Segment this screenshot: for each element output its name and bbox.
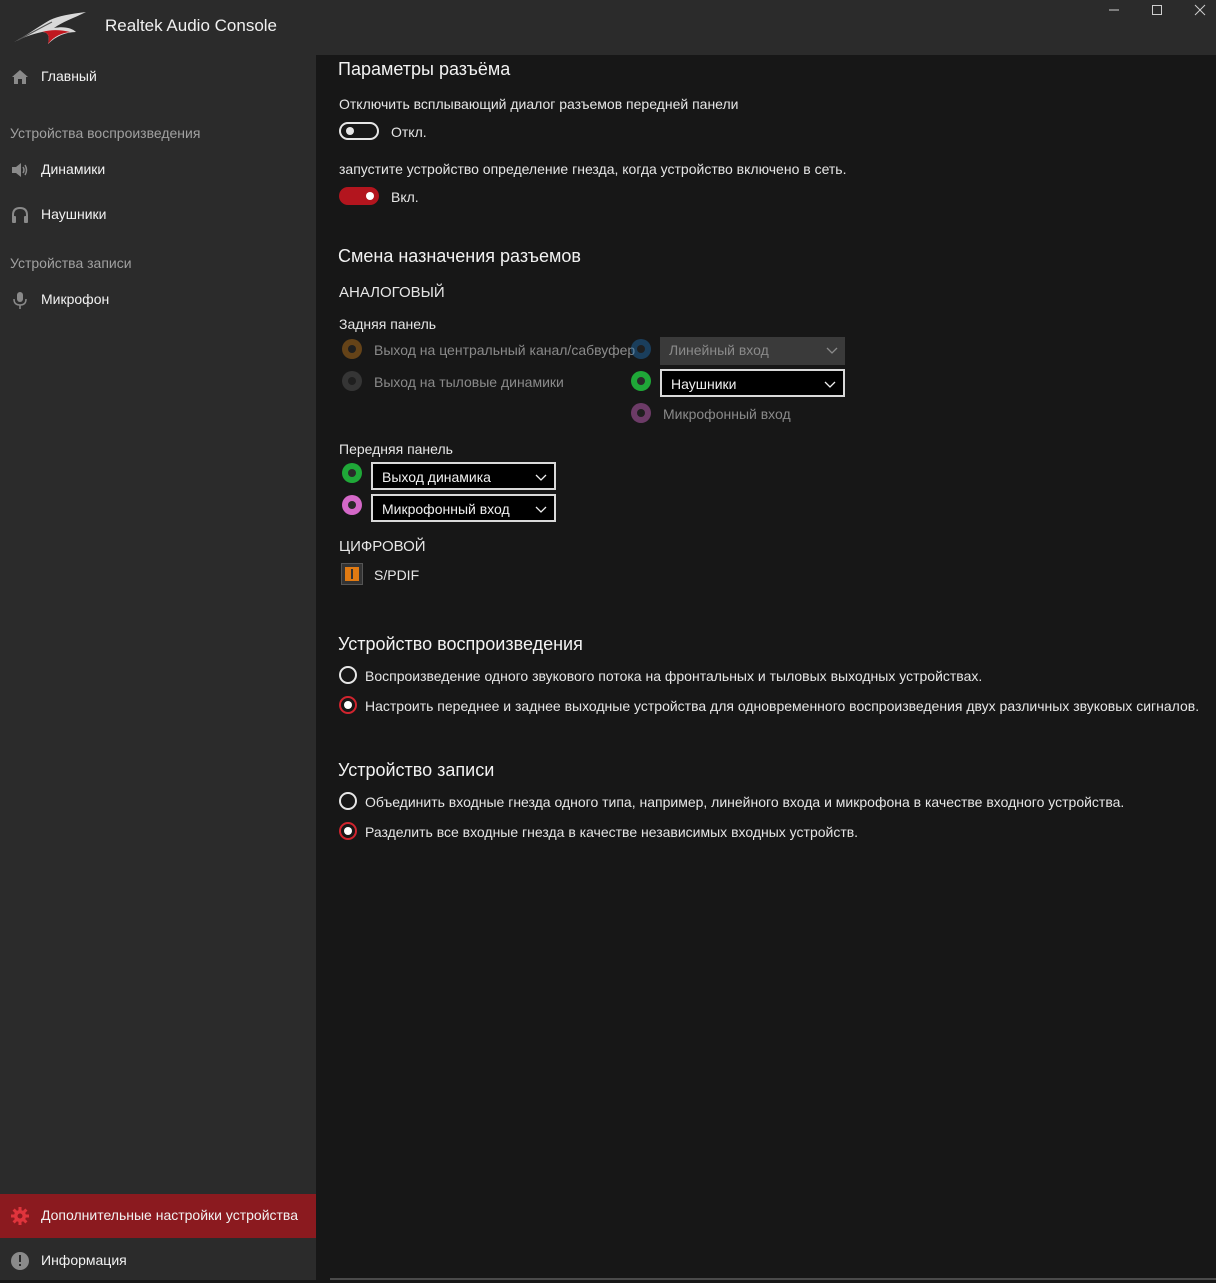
app-title: Realtek Audio Console <box>105 16 278 35</box>
black-jack-icon <box>342 371 362 391</box>
sidebar-item-label: Динамики <box>41 161 106 177</box>
pink-jack-icon <box>631 403 651 423</box>
sidebar-item-home[interactable]: Главный <box>0 55 316 99</box>
minimize-icon <box>1109 9 1119 11</box>
front-speaker-out-dropdown[interactable]: Выход динамика <box>371 462 556 490</box>
pink-jack-icon <box>342 495 362 515</box>
front-panel-popup-label: Отключить всплывающий диалог разъемов пе… <box>339 96 739 112</box>
spdif-icon <box>341 563 363 585</box>
maximize-button[interactable] <box>1135 0 1179 24</box>
speaker-icon <box>12 163 28 177</box>
recording-option-combine-radio[interactable] <box>339 792 357 810</box>
front-panel-popup-toggle[interactable] <box>339 122 379 140</box>
spdif-label: S/PDIF <box>374 567 420 583</box>
chevron-down-icon <box>824 381 836 388</box>
jack-detection-toggle[interactable] <box>339 187 379 205</box>
gear-icon <box>11 1207 29 1225</box>
playback-option-single-stream-radio[interactable] <box>339 666 357 684</box>
recording-option-combine-label: Объединить входные гнезда одного типа, н… <box>365 794 1125 810</box>
recording-option-separate-label: Разделить все входные гнезда в качестве … <box>365 824 859 840</box>
chevron-down-icon <box>826 347 838 354</box>
playback-option-single-stream-label: Воспроизведение одного звукового потока … <box>365 668 983 684</box>
info-icon <box>11 1252 29 1270</box>
microphone-icon <box>13 292 27 309</box>
sidebar-item-advanced-settings[interactable]: Дополнительные настройки устройства <box>0 1194 316 1238</box>
playback-device-title: Устройство воспроизведения <box>338 634 583 654</box>
jack-detection-state: Вкл. <box>391 189 419 205</box>
sidebar-item-label: Дополнительные настройки устройства <box>41 1207 298 1223</box>
rear-line-in-dropdown[interactable]: Линейный вход <box>660 337 845 365</box>
rear-mic-in-label: Микрофонный вход <box>663 406 791 422</box>
recording-device-title: Устройство записи <box>338 760 495 780</box>
home-icon <box>12 70 28 84</box>
connector-settings-title: Параметры разъёма <box>338 59 511 79</box>
sidebar-item-speakers[interactable]: Динамики <box>0 148 316 192</box>
sidebar-item-headphones[interactable]: Наушники <box>0 193 316 237</box>
sidebar-item-label: Микрофон <box>41 291 110 307</box>
playback-devices-section: Устройства воспроизведения <box>10 125 201 141</box>
jack-retasking-title: Смена назначения разъемов <box>338 246 581 266</box>
rear-headphones-dropdown[interactable]: Наушники <box>660 369 845 397</box>
minimize-button[interactable] <box>1092 0 1136 24</box>
jack-detection-label: запустите устройство определение гнезда,… <box>339 161 847 177</box>
orange-jack-icon <box>342 339 362 359</box>
sidebar-item-info[interactable]: Информация <box>0 1239 316 1283</box>
title-bar: Realtek Audio Console <box>0 0 1216 55</box>
sidebar-item-label: Информация <box>41 1252 127 1268</box>
rog-logo-icon <box>14 12 86 44</box>
chevron-down-icon <box>535 506 547 513</box>
playback-option-multi-stream-label: Настроить переднее и заднее выходные уст… <box>365 698 1200 714</box>
sidebar: Главный Устройства воспроизведения Динам… <box>0 55 316 1280</box>
rear-surround-label: Выход на тыловые динамики <box>374 374 564 390</box>
front-panel-label: Передняя панель <box>339 441 453 457</box>
front-panel-popup-state: Откл. <box>391 124 427 140</box>
digital-heading: ЦИФРОВОЙ <box>339 538 426 555</box>
rear-panel-label: Задняя панель <box>339 316 437 332</box>
rear-center-sub-label: Выход на центральный канал/сабвуфер <box>374 342 636 358</box>
maximize-icon <box>1152 5 1162 15</box>
front-mic-in-dropdown[interactable]: Микрофонный вход <box>371 494 556 522</box>
sidebar-item-label: Главный <box>41 68 97 84</box>
recording-option-separate-radio[interactable] <box>339 822 357 840</box>
sidebar-item-label: Наушники <box>41 206 107 222</box>
green-jack-icon <box>631 371 651 391</box>
sidebar-item-microphone[interactable]: Микрофон <box>0 278 316 322</box>
playback-option-multi-stream-radio[interactable] <box>339 696 357 714</box>
analog-heading: АНАЛОГОВЫЙ <box>339 284 445 301</box>
chevron-down-icon <box>535 474 547 481</box>
green-jack-icon <box>342 463 362 483</box>
close-icon <box>1194 4 1206 16</box>
recording-devices-section: Устройства записи <box>10 255 132 271</box>
headphones-icon <box>12 206 28 223</box>
close-button[interactable] <box>1178 0 1216 24</box>
blue-jack-icon <box>631 339 651 359</box>
